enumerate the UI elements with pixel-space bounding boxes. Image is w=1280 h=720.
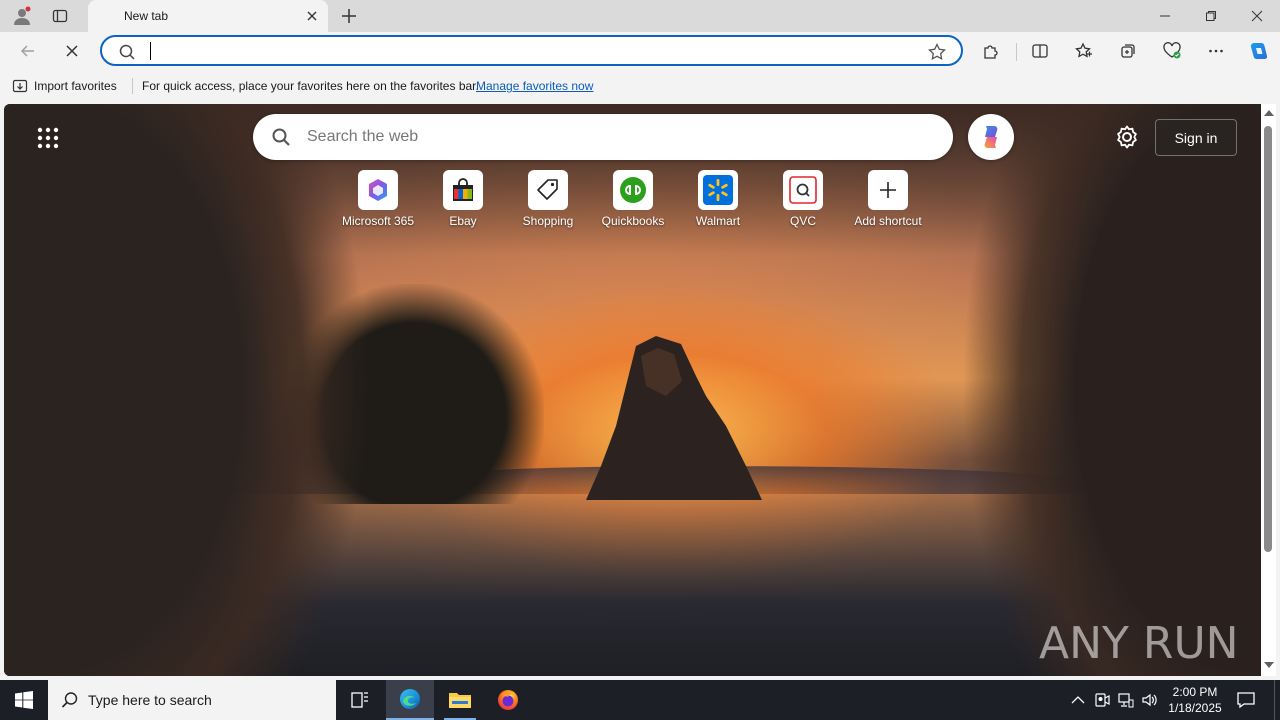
new-tab-page: Sign in Microsoft 365 Ebay Shopping Quic…	[4, 104, 1261, 676]
taskbar-edge[interactable]	[386, 680, 434, 720]
tab-title: New tab	[124, 9, 169, 23]
more-options-icon[interactable]	[1202, 38, 1230, 64]
scroll-down-arrow-icon[interactable]	[1264, 662, 1274, 668]
ebay-bag-icon	[443, 170, 483, 210]
back-icon[interactable]	[14, 38, 42, 64]
collections-icon[interactable]	[1114, 38, 1142, 64]
network-icon[interactable]	[1116, 690, 1136, 710]
shortcut-microsoft-365[interactable]: Microsoft 365	[335, 170, 421, 234]
tab-actions-icon[interactable]	[46, 4, 74, 28]
walmart-spark-icon	[698, 170, 738, 210]
split-screen-icon[interactable]	[1026, 38, 1054, 64]
shortcut-ebay[interactable]: Ebay	[420, 170, 506, 234]
restore-button[interactable]	[1188, 0, 1234, 32]
apps-launcher-icon[interactable]	[36, 126, 60, 150]
text-caret	[150, 42, 151, 60]
task-view-button[interactable]	[336, 680, 384, 720]
title-bar: New tab	[0, 0, 1280, 32]
show-desktop-button[interactable]	[1274, 680, 1275, 720]
web-search-box[interactable]	[253, 114, 953, 160]
address-bar[interactable]	[100, 35, 963, 66]
shopping-tag-icon	[528, 170, 568, 210]
copilot-icon	[984, 126, 998, 148]
favorites-bar: Import favorites For quick access, place…	[0, 70, 1280, 102]
sign-in-button[interactable]: Sign in	[1155, 119, 1237, 156]
shortcut-add[interactable]: Add shortcut	[845, 170, 931, 234]
tab-new-tab[interactable]: New tab	[88, 0, 328, 32]
navigation-bar	[0, 32, 1280, 70]
extensions-icon[interactable]	[977, 38, 1005, 64]
meet-now-icon[interactable]	[1092, 690, 1112, 710]
page-settings-icon[interactable]	[1114, 124, 1140, 150]
firefox-icon	[498, 690, 518, 710]
show-hidden-icons-chevron-icon[interactable]	[1068, 690, 1088, 710]
scroll-up-arrow-icon[interactable]	[1264, 110, 1274, 116]
shortcut-qvc[interactable]: QVC	[760, 170, 846, 234]
svg-text:ANY RUN: ANY RUN	[1039, 618, 1239, 669]
taskbar-file-explorer[interactable]	[436, 680, 484, 720]
scroll-thumb[interactable]	[1264, 126, 1272, 552]
shortcut-label: Walmart	[695, 214, 741, 228]
favorites-divider	[132, 78, 133, 94]
taskbar-firefox[interactable]	[484, 680, 532, 720]
anyrun-logo-icon: ANY RUN	[1039, 618, 1239, 669]
windows-taskbar: Type here to search 2:00 PM 1/18/2025	[0, 680, 1280, 720]
clock-time: 2:00 PM	[1172, 685, 1218, 699]
action-center-icon[interactable]	[1236, 690, 1256, 710]
favorites-bar-message: For quick access, place your favorites h…	[142, 79, 479, 93]
shortcut-label: Microsoft 365	[341, 214, 415, 228]
profile-icon[interactable]	[8, 4, 36, 28]
shortcut-label: Quickbooks	[601, 214, 665, 228]
toolbar-divider	[1016, 43, 1017, 61]
microsoft-365-icon	[358, 170, 398, 210]
volume-icon[interactable]	[1140, 690, 1160, 710]
plus-icon	[868, 170, 908, 210]
shortcut-label: QVC	[789, 214, 816, 228]
taskbar-search-box[interactable]: Type here to search	[48, 680, 336, 720]
tab-close-icon[interactable]	[304, 8, 320, 24]
web-search-input[interactable]	[307, 126, 907, 148]
anyrun-watermark: ANY RUN	[1039, 610, 1239, 672]
minimize-button[interactable]	[1142, 0, 1188, 32]
new-tab-button[interactable]	[338, 5, 360, 27]
clock-date: 1/18/2025	[1168, 701, 1222, 715]
quickbooks-icon	[613, 170, 653, 210]
search-icon	[61, 692, 78, 708]
shortcut-shopping[interactable]: Shopping	[505, 170, 591, 234]
copilot-sidebar-icon[interactable]	[1244, 38, 1272, 64]
import-icon	[12, 79, 28, 93]
windows-logo-icon	[15, 691, 33, 709]
favorites-icon[interactable]	[1070, 38, 1098, 64]
start-button[interactable]	[0, 680, 48, 720]
add-favorite-star-icon[interactable]	[927, 42, 947, 62]
task-view-icon	[351, 692, 368, 708]
manage-favorites-link[interactable]: Manage favorites now	[476, 79, 593, 93]
shortcut-label: Add shortcut	[854, 214, 922, 228]
search-icon	[118, 43, 136, 61]
search-icon	[271, 127, 291, 147]
import-favorites-button[interactable]: Import favorites	[12, 78, 117, 94]
import-favorites-label: Import favorites	[34, 79, 117, 93]
sea-stack-rock	[586, 336, 762, 500]
qvc-icon	[783, 170, 823, 210]
address-input[interactable]	[148, 40, 908, 62]
shortcut-label: Ebay	[449, 214, 477, 228]
taskbar-clock[interactable]: 2:00 PM 1/18/2025	[1162, 684, 1228, 716]
copilot-button[interactable]	[968, 114, 1014, 160]
taskbar-search-placeholder: Type here to search	[88, 692, 212, 708]
browser-essentials-icon[interactable]	[1158, 38, 1186, 64]
page-scrollbar[interactable]	[1261, 104, 1276, 676]
shortcut-walmart[interactable]: Walmart	[675, 170, 761, 234]
folder-icon	[449, 693, 471, 708]
edge-icon	[400, 689, 420, 709]
stop-loading-icon[interactable]	[58, 38, 86, 64]
shortcut-quickbooks[interactable]: Quickbooks	[590, 170, 676, 234]
close-window-button[interactable]	[1234, 0, 1280, 32]
shortcut-label: Shopping	[522, 214, 574, 228]
